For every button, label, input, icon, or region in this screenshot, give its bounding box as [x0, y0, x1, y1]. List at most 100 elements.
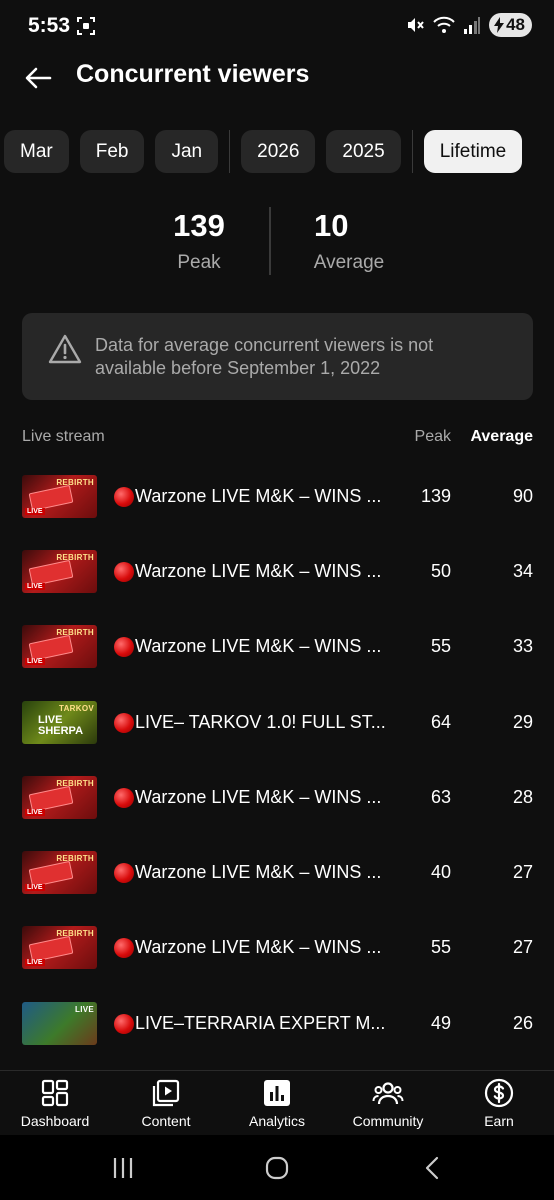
row-peak: 40	[430, 862, 451, 882]
video-thumbnail: REBIRTH LIVE	[22, 550, 97, 593]
nav-dashboard[interactable]: Dashboard	[0, 1077, 110, 1129]
nav-earn[interactable]: Earn	[444, 1077, 554, 1129]
table-header: Live stream Peak Average	[22, 428, 533, 450]
earn-icon	[484, 1078, 514, 1108]
battery-indicator: 48	[489, 13, 532, 37]
screenshot-icon	[77, 17, 95, 35]
community-icon	[372, 1082, 404, 1105]
peak-stat: 139 Peak	[149, 208, 249, 274]
stream-title: Warzone LIVE M&K – WINS ...	[135, 561, 382, 581]
average-stat: 10 Average	[299, 208, 399, 274]
row-peak: 64	[430, 712, 451, 732]
live-dot-icon	[114, 938, 134, 958]
content-icon	[152, 1079, 180, 1107]
nav-analytics[interactable]: Analytics	[222, 1077, 332, 1129]
nav-content[interactable]: Content	[111, 1077, 221, 1129]
row-average: 26	[512, 1013, 533, 1033]
table-row[interactable]: REBIRTH LIVE Warzone LIVE M&K – WINS ... …	[22, 776, 533, 820]
stream-title: LIVE– TARKOV 1.0! FULL ST...	[135, 712, 386, 732]
stream-title: Warzone LIVE M&K – WINS ...	[135, 937, 382, 957]
warning-icon	[48, 334, 82, 364]
row-peak: 50	[430, 561, 451, 581]
stream-title: Warzone LIVE M&K – WINS ...	[135, 486, 382, 506]
chip-divider	[411, 130, 413, 173]
row-average: 29	[512, 712, 533, 732]
nav-community[interactable]: Community	[333, 1077, 443, 1129]
chip-mar[interactable]: Mar	[4, 130, 69, 173]
status-icons: 48	[405, 13, 532, 37]
chip-2025[interactable]: 2025	[326, 130, 401, 173]
system-navigation-bar	[0, 1135, 554, 1200]
average-label: Average	[313, 252, 385, 273]
back-arrow-icon[interactable]	[22, 62, 54, 94]
system-back-icon[interactable]	[418, 1155, 448, 1181]
peak-value: 139	[173, 208, 225, 243]
video-thumbnail: REBIRTH LIVE	[22, 625, 97, 668]
notice-text: Data for average concurrent viewers is n…	[95, 335, 434, 378]
average-value: 10	[314, 208, 349, 243]
table-row[interactable]: REBIRTH LIVE Warzone LIVE M&K – WINS ... …	[22, 475, 533, 519]
chip-feb[interactable]: Feb	[79, 130, 145, 173]
row-peak: 49	[430, 1013, 451, 1033]
recent-apps-icon[interactable]	[108, 1155, 138, 1181]
row-average: 90	[512, 486, 533, 506]
live-dot-icon	[114, 637, 134, 657]
dashboard-icon	[41, 1079, 69, 1107]
row-peak: 139	[420, 486, 451, 506]
page-title: Concurrent viewers	[76, 60, 310, 88]
signal-icon	[464, 17, 481, 34]
row-peak: 63	[430, 787, 451, 807]
column-peak[interactable]: Peak	[415, 428, 451, 446]
status-bar: 5:53 48	[0, 0, 554, 54]
row-average: 33	[512, 636, 533, 656]
table-row[interactable]: REBIRTH LIVE Warzone LIVE M&K – WINS ... …	[22, 625, 533, 669]
table-row[interactable]: REBIRTH LIVE Warzone LIVE M&K – WINS ... …	[22, 851, 533, 895]
live-dot-icon	[114, 487, 134, 507]
video-thumbnail: REBIRTH LIVE	[22, 776, 97, 819]
chip-lifetime[interactable]: Lifetime	[423, 130, 523, 173]
wifi-icon	[433, 16, 455, 33]
date-range-chips: Mar Feb Jan 2026 2025 Lifetime	[4, 130, 533, 173]
live-dot-icon	[114, 863, 134, 883]
row-peak: 55	[430, 937, 451, 957]
stream-title: Warzone LIVE M&K – WINS ...	[135, 787, 382, 807]
status-time: 5:53	[28, 14, 71, 37]
row-average: 27	[512, 937, 533, 957]
nav-label: Community	[352, 1113, 424, 1129]
video-thumbnail: LIVE	[22, 1002, 97, 1045]
table-row[interactable]: REBIRTH LIVE Warzone LIVE M&K – WINS ... …	[22, 926, 533, 970]
table-row[interactable]: REBIRTH LIVE Warzone LIVE M&K – WINS ... …	[22, 550, 533, 594]
live-dot-icon	[114, 562, 134, 582]
video-thumbnail: REBIRTH LIVE	[22, 926, 97, 969]
mute-icon	[408, 18, 424, 32]
analytics-icon	[264, 1080, 290, 1106]
row-average: 34	[512, 561, 533, 581]
chip-jan[interactable]: Jan	[155, 130, 219, 173]
live-dot-icon	[114, 788, 134, 808]
bottom-navigation: Dashboard Content Analytics Community Ea…	[0, 1070, 554, 1135]
video-thumbnail: REBIRTH LIVE	[22, 475, 97, 518]
live-dot-icon	[114, 713, 134, 733]
stat-divider	[269, 207, 271, 275]
chip-divider	[229, 130, 231, 173]
video-thumbnail: TARKOV LIVE SHERPA	[22, 701, 97, 744]
nav-label: Earn	[484, 1113, 514, 1129]
header: Concurrent viewers	[0, 56, 554, 100]
video-thumbnail: REBIRTH LIVE	[22, 851, 97, 894]
row-average: 28	[512, 787, 533, 807]
nav-label: Content	[141, 1113, 191, 1129]
row-peak: 55	[430, 636, 451, 656]
home-icon[interactable]	[262, 1155, 292, 1181]
stream-title: Warzone LIVE M&K – WINS ...	[135, 862, 382, 882]
table-row[interactable]: LIVE LIVE–TERRARIA EXPERT M... 49 26	[22, 1002, 533, 1046]
column-live-stream: Live stream	[22, 428, 105, 445]
column-average[interactable]: Average	[470, 428, 533, 446]
battery-level: 48	[506, 15, 525, 34]
table-row[interactable]: TARKOV LIVE SHERPA LIVE– TARKOV 1.0! FULL …	[22, 701, 533, 745]
chip-2026[interactable]: 2026	[241, 130, 316, 173]
nav-label: Analytics	[248, 1113, 306, 1129]
live-dot-icon	[114, 1014, 134, 1034]
charging-icon	[494, 17, 505, 33]
peak-label: Peak	[177, 252, 221, 273]
info-notice: Data for average concurrent viewers is n…	[22, 313, 533, 400]
